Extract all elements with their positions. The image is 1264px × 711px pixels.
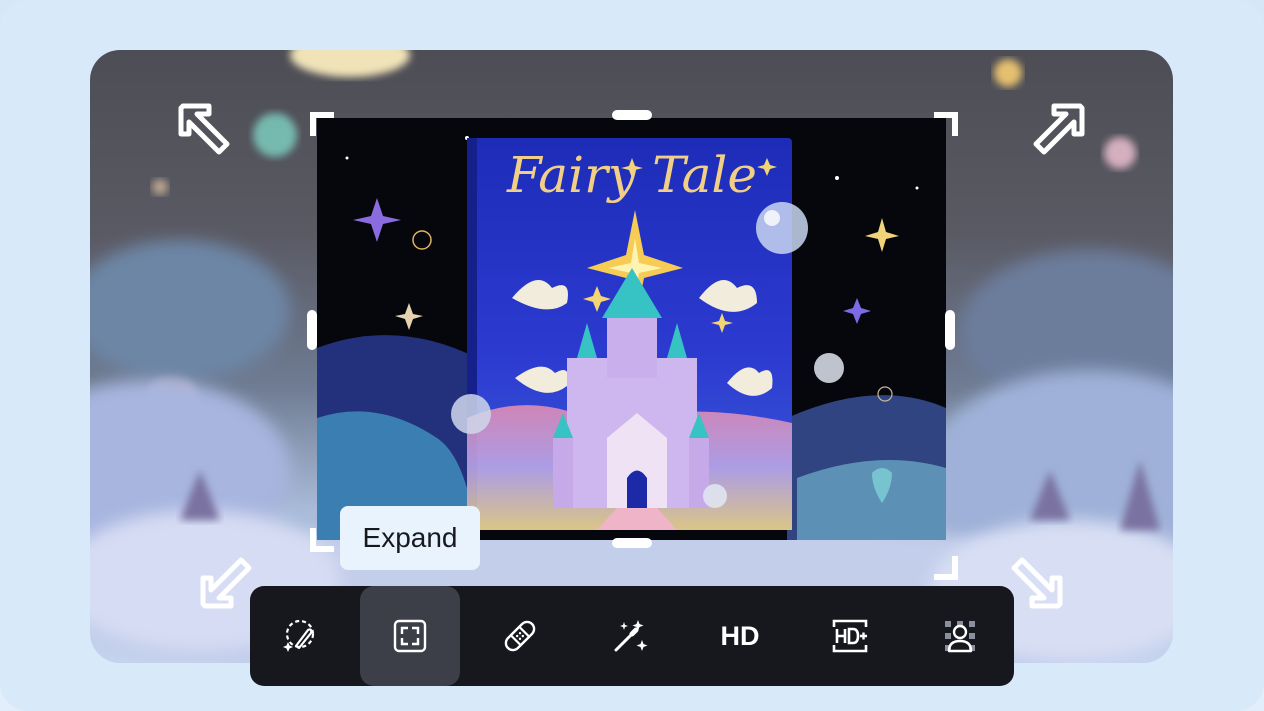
- person-cutout-icon: [945, 621, 975, 653]
- magic-wand-button[interactable]: [580, 586, 680, 686]
- original-image: Fairy Tale: [317, 118, 946, 540]
- bandage-icon: [504, 620, 536, 652]
- crop-handle-top-right[interactable]: [934, 112, 958, 136]
- crop-handle-right[interactable]: [945, 310, 955, 350]
- expand-button[interactable]: [360, 586, 460, 686]
- hd-label: HD: [720, 620, 760, 651]
- expand-arrow-top-right-icon: [1033, 103, 1085, 155]
- expand-tooltip: Expand: [340, 506, 480, 570]
- hd-plus-button[interactable]: [800, 586, 900, 686]
- remove-background-button[interactable]: [910, 586, 1010, 686]
- expand-arrow-bottom-right-icon: [1011, 557, 1063, 609]
- crop-handle-bottom-left[interactable]: [310, 528, 334, 552]
- expand-arrow-bottom-left-icon: [200, 557, 252, 609]
- expand-arrow-top-left-icon: [178, 103, 230, 155]
- expand-frame-icon: [393, 619, 427, 653]
- remove-object-button[interactable]: [470, 586, 570, 686]
- edit-toolbar: HD: [250, 586, 1014, 686]
- hd-button[interactable]: HD: [690, 586, 790, 686]
- magic-wand-icon: [614, 620, 648, 652]
- book-title: Fairy Tale: [507, 146, 757, 204]
- crop-handle-bottom[interactable]: [612, 538, 652, 548]
- crop-handle-top-left[interactable]: [310, 112, 334, 136]
- crop-handle-left[interactable]: [307, 310, 317, 350]
- magic-brush-icon: [283, 619, 315, 652]
- magic-brush-button[interactable]: [250, 586, 350, 686]
- crop-handle-bottom-right[interactable]: [934, 556, 958, 580]
- crop-handle-top[interactable]: [612, 110, 652, 120]
- hd-plus-icon: [832, 619, 868, 653]
